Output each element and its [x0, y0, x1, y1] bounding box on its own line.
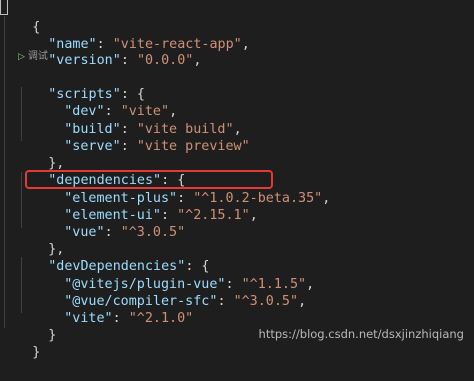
highlight-box	[25, 170, 273, 189]
close-brace: }	[32, 345, 41, 360]
code-line: "dev": "vite",	[64, 104, 178, 119]
debug-codelens[interactable]: ▷ 调试	[18, 49, 48, 65]
code-line: "dependencies": {	[48, 173, 186, 188]
watermark-text: https://blog.csdn.net/dsxjinzhiqiang	[258, 327, 464, 341]
play-icon: ▷	[18, 52, 25, 62]
json-string: "^2.1.0"	[128, 311, 194, 326]
code-line: "serve": "vite preview"	[64, 139, 250, 154]
json-key: "vite"	[64, 311, 113, 326]
json-string: "^3.0.5"	[233, 294, 299, 309]
code-editor[interactable]: { "name": "vite-react-app", "version": "…	[0, 0, 474, 360]
cursor-box	[0, 0, 8, 15]
json-string: "0.0.0"	[136, 53, 194, 68]
indent-guide	[4, 16, 5, 328]
code-line: "devDependencies": {	[48, 259, 210, 274]
debug-label: 调试	[27, 51, 48, 62]
code-line: }	[0, 324, 40, 360]
json-string: "^2.15.1"	[177, 208, 250, 223]
